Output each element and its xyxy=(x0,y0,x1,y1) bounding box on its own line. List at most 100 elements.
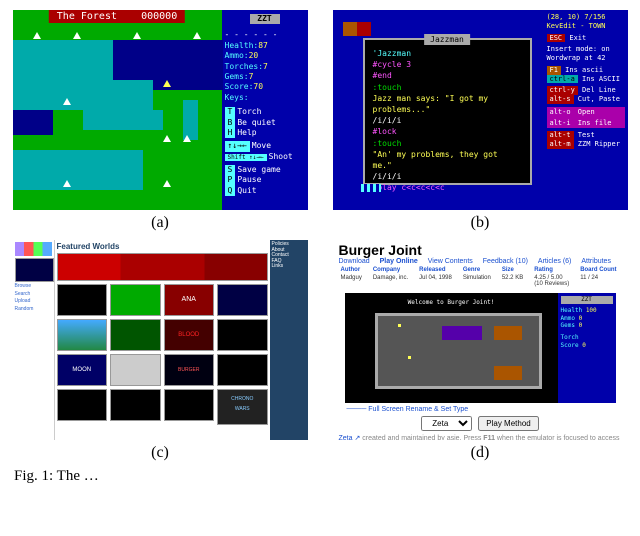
code-line: :touch xyxy=(373,138,522,149)
tab-articles: Articles (6) xyxy=(538,258,571,265)
world-thumb xyxy=(110,354,161,386)
alt-m-key: alt-m xyxy=(547,140,574,149)
tree-icon xyxy=(163,135,171,142)
door xyxy=(494,326,522,340)
code-line: Jazz man says: "I got my problems..." xyxy=(373,93,522,115)
score-value: 70 xyxy=(253,82,263,91)
site-logo xyxy=(15,242,52,256)
b-key: B xyxy=(225,118,236,128)
h-key: H xyxy=(225,128,236,138)
tab-view-contents: View Contents xyxy=(428,258,473,265)
world-thumb xyxy=(217,284,268,316)
q-label: Quit xyxy=(237,186,256,195)
door xyxy=(494,366,522,380)
company-v: Damage, inc. xyxy=(373,275,411,287)
ammo-label: Ammo: xyxy=(225,51,249,60)
tree-icon xyxy=(183,135,191,142)
alt-i-key: alt-i xyxy=(547,119,574,128)
health-value: 100 xyxy=(586,307,597,314)
zzt-play-area: The Forest 000000 xyxy=(13,10,222,210)
alt-o-label: Open xyxy=(578,108,595,116)
genre-h: Genre xyxy=(463,267,494,273)
welcome-msg: Welcome to Burger Joint! xyxy=(408,299,495,306)
subfig-a: The Forest 000000 xyxy=(10,10,310,232)
ammo-value: 20 xyxy=(249,51,259,60)
world-thumb: BLOOD xyxy=(164,319,215,351)
tab-download: Download xyxy=(339,258,370,265)
size-v: 52.2 KB xyxy=(502,275,526,287)
alt-s-label: Cut, Paste xyxy=(578,95,620,103)
tab-feedback: Feedback (10) xyxy=(483,258,528,265)
nav-link: Search xyxy=(15,292,52,298)
health-label: Health: xyxy=(225,41,259,50)
play-method-form: Zeta Play Method xyxy=(333,416,628,431)
gems-value: 7 xyxy=(249,72,254,81)
ctrl-a-key: ctrl-a xyxy=(547,75,578,84)
h-label: Help xyxy=(237,128,256,137)
thumbnail-grid: ANA BLOOD MOON BURGER CHRONOWARS xyxy=(57,284,268,425)
genre-v: Simulation xyxy=(463,275,494,287)
tab-attributes: Attributes xyxy=(581,258,611,265)
boards-v: 11 / 24 xyxy=(580,275,619,287)
esc-key: ESC xyxy=(547,34,566,43)
zzt-editor-screenshot: Jazzman 'Jazzman #cycle 3 #end :touch Ja… xyxy=(333,10,628,210)
zzt-game-screenshot: The Forest 000000 xyxy=(13,10,308,210)
emulator-window: Welcome to Burger Joint! ZZT Health 100 … xyxy=(345,293,616,403)
tree-icon xyxy=(63,180,71,187)
world-thumb xyxy=(110,284,161,316)
alt-m-label: ZZM Ripper xyxy=(578,140,620,148)
shift-keys: Shift ↑↓→← xyxy=(225,154,267,162)
alt-t-key: alt-t xyxy=(547,131,574,140)
tab-bar: Download Play Online View Contents Feedb… xyxy=(333,258,628,265)
code-line: #play c<c<c<c<c xyxy=(373,182,522,193)
play-online-screenshot: Burger Joint Download Play Online View C… xyxy=(333,240,628,440)
nav-link: Browse xyxy=(15,284,52,290)
tree-icon xyxy=(133,32,141,39)
wordwrap: Wordwrap at 42 xyxy=(547,54,625,63)
alt-s-key: alt-s xyxy=(547,95,574,104)
below-links: ──── Full Screen Rename & Set Type xyxy=(333,405,628,414)
released-h: Released xyxy=(419,267,455,273)
metadata-grid: Author Company Released Genre Size Ratin… xyxy=(333,265,628,289)
emulator-select[interactable]: Zeta xyxy=(421,416,472,431)
f1-key: F1 xyxy=(547,66,561,75)
score-label: Score xyxy=(561,342,579,349)
code-line: "An' my problems, they got me." xyxy=(373,149,522,171)
nav-link: Random xyxy=(15,307,52,313)
checker-tile xyxy=(361,184,381,192)
water-5 xyxy=(183,100,198,140)
water-2 xyxy=(13,80,153,110)
code-line: #end xyxy=(373,70,522,81)
world-thumb xyxy=(164,389,215,421)
water-4 xyxy=(83,110,163,130)
play-method-button[interactable]: Play Method xyxy=(478,416,538,431)
subfig-b: Jazzman 'Jazzman #cycle 3 #end :touch Ja… xyxy=(330,10,630,232)
editor-sidebar: (28, 10) 7/156 KevEdit - TOWN ESC Exit I… xyxy=(544,10,628,210)
zzt-label: ZZT xyxy=(561,296,613,304)
torch-label: Torch xyxy=(561,334,579,341)
rating-v: 4.25 / 5.00 (10 Reviews) xyxy=(534,275,572,287)
zzt-brand: ZZT xyxy=(250,14,280,24)
gems-value: 0 xyxy=(579,322,583,329)
company-h: Company xyxy=(373,267,411,273)
q-key: Q xyxy=(225,186,236,196)
released-v: Jul 04, 1998 xyxy=(419,275,455,287)
zzt-sidebar: ZZT - - - - - - Health:87 Ammo:20 Torche… xyxy=(222,10,308,210)
featured-thumb xyxy=(15,258,54,282)
tab-play-online: Play Online xyxy=(380,258,418,265)
subfig-d-label: (d) xyxy=(471,444,490,462)
tool: KevEdit - TOWN xyxy=(547,22,625,31)
code-line: #cycle 3 xyxy=(373,59,522,70)
panel-title: Jazzman xyxy=(424,34,470,45)
world-thumb xyxy=(57,389,108,421)
code-panel: Jazzman 'Jazzman #cycle 3 #end :touch Ja… xyxy=(363,38,532,185)
world-thumb: BURGER xyxy=(164,354,215,386)
world-thumb: MOON xyxy=(57,354,108,386)
tile xyxy=(343,22,357,36)
s-key: S xyxy=(225,165,236,175)
world-thumb xyxy=(217,354,268,386)
tree-icon xyxy=(193,32,201,39)
subfig-d: Burger Joint Download Play Online View C… xyxy=(330,240,630,462)
t-label: Torch xyxy=(237,107,261,116)
item-icon xyxy=(398,324,401,327)
